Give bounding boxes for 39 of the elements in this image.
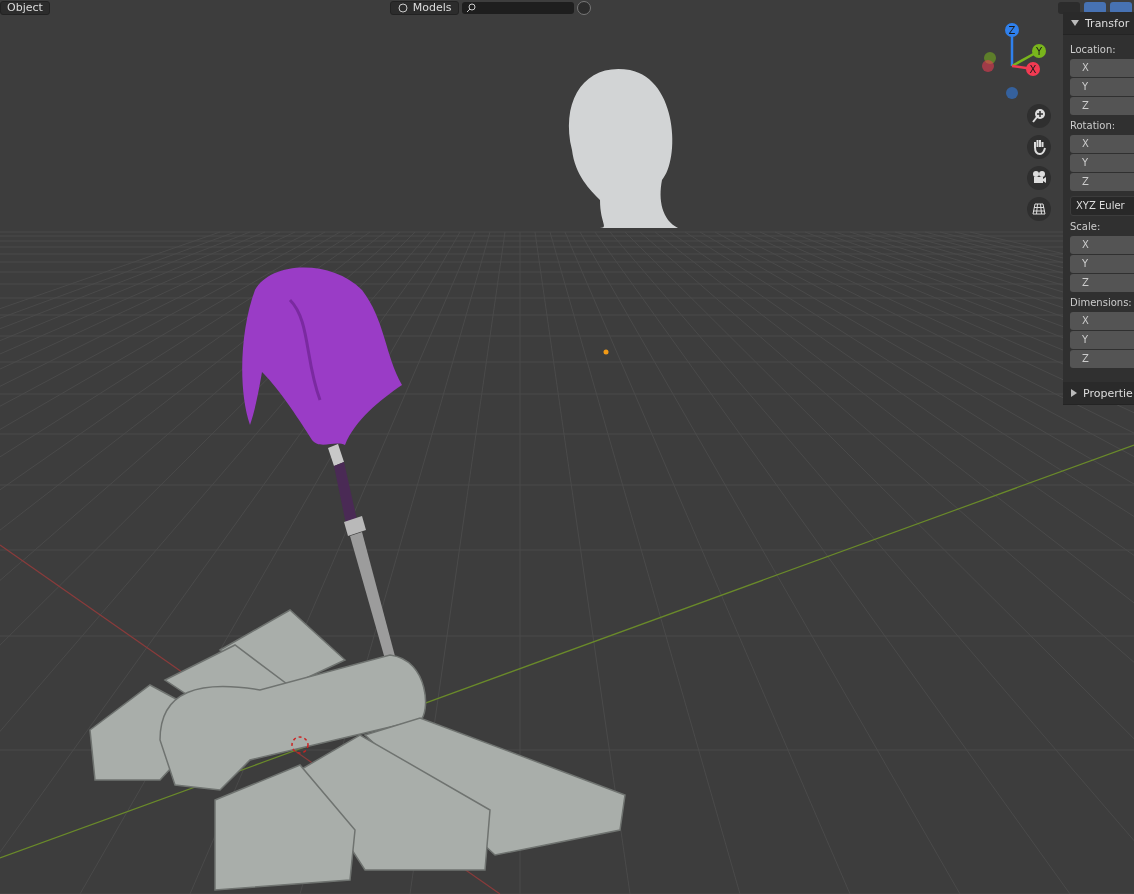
clear-button[interactable] [576,0,591,15]
number-field[interactable]: X [1070,312,1134,330]
negative-axis-dot[interactable] [982,60,994,72]
number-field[interactable]: X [1070,135,1134,153]
globe-icon [396,2,409,13]
mode-dropdown[interactable]: Object [0,0,50,15]
number-field[interactable]: Y [1070,331,1134,349]
camera-icon[interactable] [1027,166,1051,190]
number-field[interactable]: Y [1070,154,1134,172]
zoom-icon[interactable] [1027,104,1051,128]
hand-icon[interactable] [1027,135,1051,159]
search-field[interactable] [461,1,574,14]
origin-dot [603,349,609,355]
negative-axis-dot[interactable] [1006,87,1018,99]
number-field[interactable]: Z [1070,173,1134,191]
axis-label: Z [1008,25,1016,36]
panel-header[interactable]: Transfor [1063,12,1134,35]
field-group-label: Location: [1070,43,1117,57]
search-icon [465,2,476,13]
panel-title: Propertie [1083,386,1133,400]
collection-dropdown[interactable]: Models [389,0,459,15]
number-field[interactable]: X [1070,236,1134,254]
axis-label: X [1029,64,1037,75]
number-field[interactable]: Z [1070,350,1134,368]
number-field[interactable]: Y [1070,255,1134,273]
field-group-label: Scale: [1070,220,1102,234]
number-field[interactable]: Y [1070,78,1134,96]
axis-label: Y [1035,46,1043,57]
number-field[interactable]: X [1070,59,1134,77]
panel-title: Transfor [1085,16,1130,30]
field-group-label: Dimensions: [1070,296,1133,310]
panel-header[interactable]: Propertie [1063,382,1134,405]
3d-viewport[interactable]: Object Models Z Y X Transfor Location: X Y Z Rotation: X Y Z XYZ Euler Scale: X Y Z Dimensions: X Y Z Propertie [0,0,1134,894]
number-field[interactable]: Z [1070,274,1134,292]
grid-icon[interactable] [1027,197,1051,221]
negative-axis-dot[interactable] [984,52,996,64]
field-group-label: Rotation: [1070,119,1117,133]
rotation-mode-dropdown[interactable]: XYZ Euler [1070,196,1134,216]
number-field[interactable]: Z [1070,97,1134,115]
